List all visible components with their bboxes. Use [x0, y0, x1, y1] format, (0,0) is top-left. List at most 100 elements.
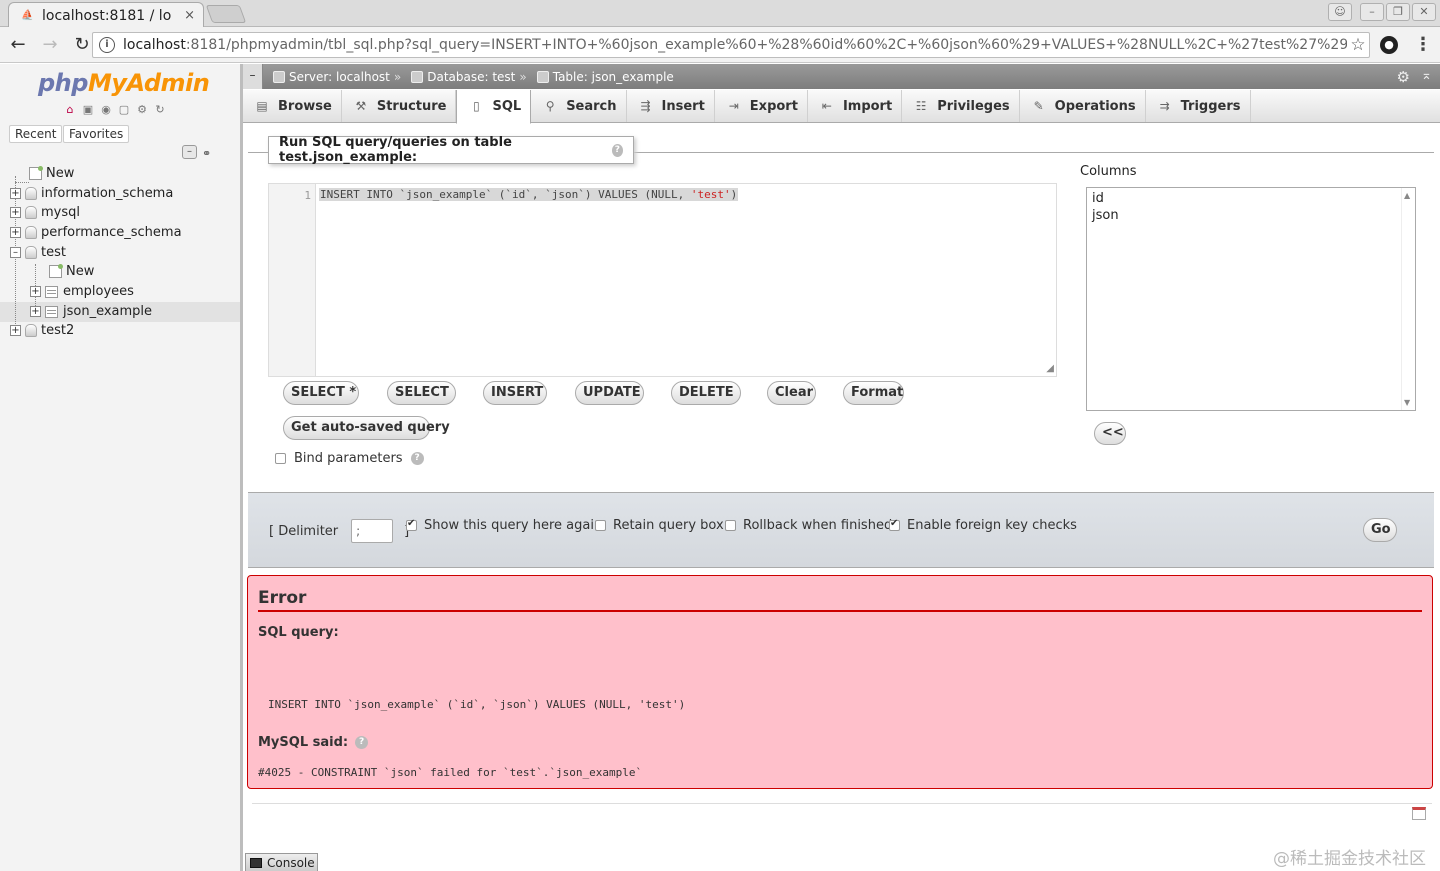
- recent-tab[interactable]: Recent: [9, 125, 63, 143]
- tab-insert[interactable]: ⇶ Insert: [627, 90, 715, 122]
- code-main: INSERT INTO `json_example` (`id`, `json`…: [320, 188, 691, 201]
- sql-editor[interactable]: 1 INSERT INTO `json_example` (`id`, `jso…: [268, 183, 1057, 377]
- retain-query-box-checkbox[interactable]: [595, 520, 606, 531]
- columns-scrollbar[interactable]: ▲ ▼: [1401, 188, 1415, 410]
- tree-item-employees[interactable]: + employees: [30, 282, 134, 301]
- help-icon[interactable]: ?: [355, 736, 369, 749]
- tree-item-performance-schema[interactable]: + performance_schema: [10, 223, 182, 242]
- tab-browse[interactable]: ▤ Browse: [243, 90, 342, 122]
- phpmyadmin-logo[interactable]: phpMyAdmin: [38, 69, 210, 97]
- scroll-down-icon[interactable]: ▼: [1404, 398, 1410, 407]
- foreign-key-checkbox[interactable]: [889, 518, 900, 531]
- help-icon[interactable]: ?: [410, 452, 424, 465]
- page-settings-gear-icon[interactable]: ⚙: [1397, 68, 1410, 86]
- collapse-header-button[interactable]: –: [243, 64, 263, 89]
- address-bar[interactable]: i localhost:8181/phpmyadmin/tbl_sql.php?…: [92, 32, 1370, 58]
- browser-menu-icon[interactable]: ⋮: [1414, 33, 1432, 57]
- select-star-button[interactable]: SELECT *: [283, 381, 359, 405]
- retain-query-box-option[interactable]: Retain query box: [595, 518, 724, 533]
- phpmyadmin-favicon-icon: ⛵: [21, 9, 34, 21]
- insert-column-button[interactable]: <<: [1094, 422, 1126, 445]
- expand-icon[interactable]: +: [30, 286, 41, 297]
- bind-parameters-checkbox[interactable]: [275, 453, 286, 464]
- tab-structure[interactable]: ⚒ Structure: [342, 90, 457, 122]
- console-button[interactable]: Console: [245, 853, 318, 871]
- clear-button[interactable]: Clear: [767, 381, 816, 405]
- update-button[interactable]: UPDATE: [575, 381, 644, 405]
- tree-item-label: employees: [63, 284, 134, 299]
- rollback-option[interactable]: Rollback when finished: [725, 518, 892, 533]
- close-window-button[interactable]: ✕: [1412, 3, 1436, 21]
- breadcrumb-table[interactable]: Table: json_example: [536, 70, 674, 84]
- editor-gutter: [269, 184, 316, 376]
- bookmark-star-icon[interactable]: ☆: [1347, 35, 1369, 55]
- home-icon[interactable]: ⌂: [63, 103, 77, 117]
- tree-item-test[interactable]: – test: [10, 243, 66, 262]
- expand-icon[interactable]: +: [10, 207, 21, 218]
- browser-tab[interactable]: ⛵ localhost:8181 / lo ×: [8, 2, 204, 28]
- new-tab-button[interactable]: [205, 5, 247, 23]
- reload-nav-icon[interactable]: ↻: [153, 103, 167, 117]
- tree-item-new[interactable]: New: [29, 164, 74, 183]
- columns-listbox[interactable]: id json ▲ ▼: [1086, 187, 1416, 411]
- breadcrumb-server[interactable]: Server: localhost: [273, 70, 390, 84]
- expand-icon[interactable]: +: [10, 227, 21, 238]
- expand-icon[interactable]: +: [30, 306, 41, 317]
- maximize-window-button[interactable]: ❐: [1386, 3, 1410, 21]
- back-button[interactable]: ←: [4, 31, 32, 59]
- tree-item-mysql[interactable]: + mysql: [10, 203, 80, 222]
- minimize-window-button[interactable]: –: [1360, 3, 1384, 21]
- expand-icon[interactable]: +: [10, 188, 21, 199]
- tree-item-test-new[interactable]: New: [49, 262, 94, 281]
- format-button[interactable]: Format: [843, 381, 904, 405]
- tab-privileges[interactable]: ☷ Privileges: [902, 90, 1020, 122]
- tree-item-json-example[interactable]: + json_example: [30, 302, 152, 321]
- tab-operations[interactable]: ✎ Operations: [1020, 90, 1146, 122]
- insert-button[interactable]: INSERT: [483, 381, 547, 405]
- tab-triggers[interactable]: ⇉ Triggers: [1146, 90, 1251, 122]
- scroll-top-icon[interactable]: ⌅: [1421, 68, 1432, 83]
- code-string: 'test': [690, 188, 731, 201]
- rollback-checkbox[interactable]: [725, 520, 736, 531]
- scroll-up-icon[interactable]: ▲: [1404, 191, 1410, 200]
- tab-import[interactable]: ⇤ Import: [808, 90, 903, 122]
- show-query-again-checkbox[interactable]: [406, 518, 417, 531]
- docs-icon[interactable]: ▢: [117, 103, 131, 117]
- editor-code[interactable]: INSERT INTO `json_example` (`id`, `json`…: [319, 188, 739, 201]
- tab-sql[interactable]: ▯ SQL: [456, 90, 532, 124]
- delete-button[interactable]: DELETE: [671, 381, 741, 405]
- resize-grip-icon[interactable]: ◢: [1046, 363, 1054, 374]
- profile-icon[interactable]: ☺: [1328, 3, 1352, 21]
- tree-item-test2[interactable]: + test2: [10, 321, 74, 340]
- delimiter-input[interactable]: ;: [351, 519, 394, 543]
- tree-item-information-schema[interactable]: + information_schema: [10, 184, 173, 203]
- get-autosaved-query-button[interactable]: Get auto-saved query: [283, 416, 450, 440]
- print-view-icon[interactable]: [1412, 807, 1426, 820]
- site-info-icon[interactable]: i: [99, 37, 115, 53]
- foreign-key-option[interactable]: Enable foreign key checks: [889, 518, 1077, 533]
- url-text[interactable]: localhost:8181/phpmyadmin/tbl_sql.php?sq…: [123, 37, 1347, 53]
- query-window-icon[interactable]: ◉: [99, 103, 113, 117]
- column-option-id[interactable]: id: [1092, 191, 1104, 206]
- link-with-main-icon[interactable]: ⚭: [202, 147, 211, 160]
- select-button[interactable]: SELECT: [387, 381, 456, 405]
- tab-export[interactable]: ⇥ Export: [715, 90, 808, 122]
- nav-resizer-handle[interactable]: [240, 64, 243, 871]
- import-icon: ⇤: [821, 98, 832, 113]
- expand-icon[interactable]: +: [10, 325, 21, 336]
- go-button[interactable]: Go: [1363, 518, 1397, 542]
- forward-button[interactable]: →: [36, 31, 64, 59]
- logout-icon[interactable]: ▣: [81, 103, 95, 117]
- tab-label: Privileges: [937, 98, 1010, 114]
- tab-search[interactable]: ⚲ Search: [531, 90, 627, 122]
- column-option-json[interactable]: json: [1092, 208, 1119, 223]
- collapse-icon[interactable]: –: [10, 247, 21, 258]
- extension-icon[interactable]: ●: [1380, 36, 1398, 54]
- breadcrumb-database[interactable]: Database: test: [411, 70, 515, 84]
- favorites-tab[interactable]: Favorites: [63, 125, 130, 143]
- close-tab-icon[interactable]: ×: [184, 8, 195, 23]
- help-icon[interactable]: ?: [611, 143, 623, 157]
- show-query-again-option[interactable]: Show this query here again: [406, 518, 602, 533]
- settings-gear-icon[interactable]: ⚙: [135, 103, 149, 117]
- collapse-all-icon[interactable]: –: [182, 145, 197, 159]
